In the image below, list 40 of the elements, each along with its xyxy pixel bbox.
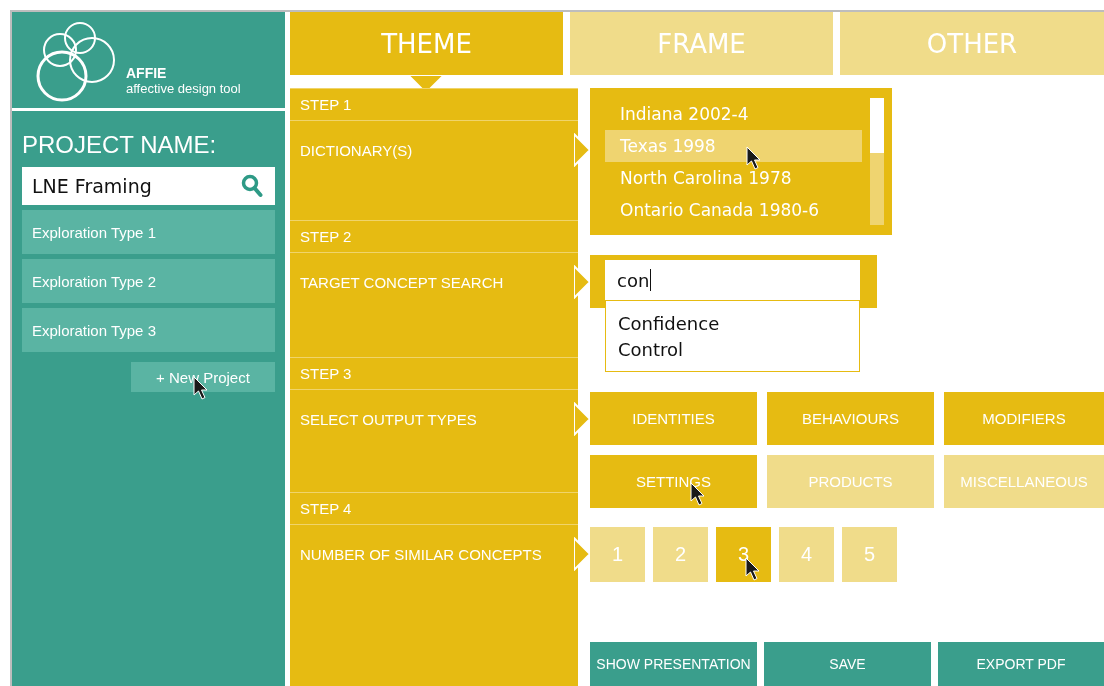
step-title: DICTIONARY(S) [299, 141, 414, 159]
step-label: STEP 3 [290, 357, 578, 390]
output-type-button[interactable]: PRODUCTS [767, 455, 934, 508]
suggestion-item[interactable]: Confidence [618, 311, 847, 337]
step-title: NUMBER OF SIMILAR CONCEPTS [299, 545, 543, 563]
exploration-item[interactable]: Exploration Type 1 [22, 210, 275, 254]
step-label: STEP 1 [290, 88, 578, 121]
dictionary-item[interactable]: Ontario Canada 1980-6 [605, 194, 862, 226]
search-icon[interactable] [241, 174, 263, 198]
app-name: AFFIE [126, 65, 168, 81]
number-button[interactable]: 4 [779, 527, 834, 582]
number-button[interactable]: 1 [590, 527, 645, 582]
action-button[interactable]: EXPORT PDF [938, 642, 1104, 686]
step-label: STEP 2 [290, 220, 578, 253]
action-button[interactable]: SAVE [764, 642, 931, 686]
scrollbar[interactable] [870, 98, 884, 225]
output-type-button[interactable]: BEHAVIOURS [767, 392, 934, 445]
output-type-button[interactable]: MISCELLANEOUS [944, 455, 1104, 508]
number-button[interactable]: 2 [653, 527, 708, 582]
number-button[interactable]: 3 [716, 527, 771, 582]
cursor-icon [746, 146, 762, 170]
exploration-item[interactable]: Exploration Type 2 [22, 259, 275, 303]
step-title: SELECT OUTPUT TYPES [299, 410, 478, 428]
app-tagline: affective design tool [126, 81, 241, 96]
output-type-button[interactable]: SETTINGS [590, 455, 757, 508]
concept-search-field[interactable]: con [605, 260, 860, 300]
dictionary-item[interactable]: Texas 1998 [605, 130, 862, 162]
project-name-field[interactable]: LNE Framing [22, 167, 275, 205]
exploration-item[interactable]: Exploration Type 3 [22, 308, 275, 352]
output-type-button[interactable]: MODIFIERS [944, 392, 1104, 445]
tab[interactable]: FRAME [570, 12, 833, 75]
step-label: STEP 4 [290, 492, 578, 525]
dictionary-item[interactable]: North Carolina 1978 [605, 162, 862, 194]
tab[interactable]: OTHER [840, 12, 1104, 75]
number-button[interactable]: 5 [842, 527, 897, 582]
action-button[interactable]: SHOW PRESENTATION [590, 642, 757, 686]
project-name-heading: PROJECT NAME: [22, 131, 218, 159]
dictionary-item[interactable]: Indiana 2002-4 [605, 98, 862, 130]
step-title: TARGET CONCEPT SEARCH [299, 273, 505, 291]
suggestion-item[interactable]: Control [618, 337, 847, 363]
